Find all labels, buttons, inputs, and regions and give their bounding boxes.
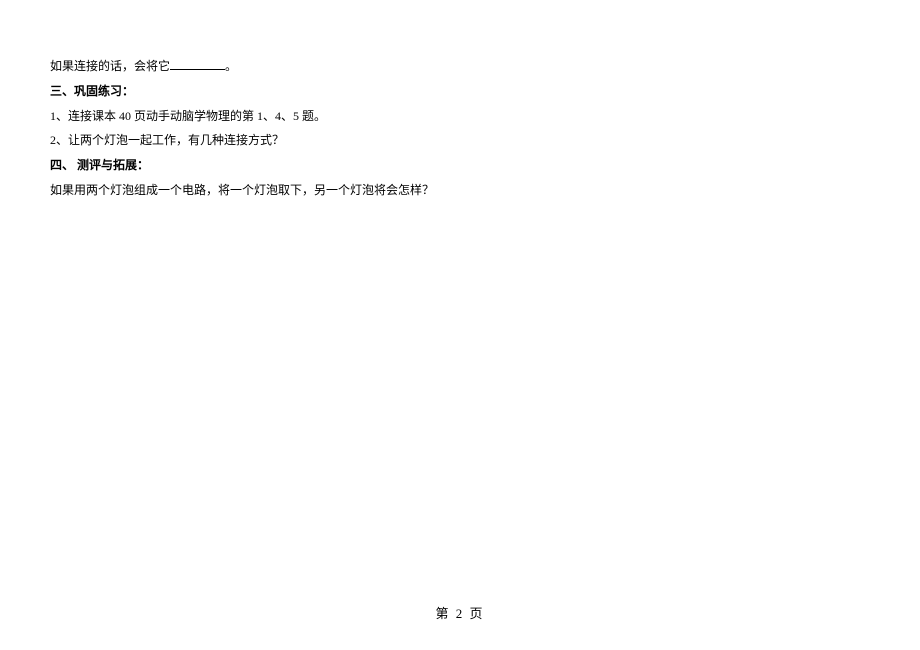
page-number: 第 2 页 [435,606,484,621]
exercise-item-3-1: 1、连接课本 40 页动手动脑学物理的第 1、4、5 题。 [50,105,870,128]
text-line: 如果连接的话，会将它 。 [50,55,870,78]
exercise-item-4-1: 如果用两个灯泡组成一个电路，将一个灯泡取下，另一个灯泡将会怎样？ [50,179,870,202]
fill-blank [170,58,225,70]
section-heading-3: 三、巩固练习： [50,80,870,103]
document-content: 如果连接的话，会将它 。 三、巩固练习： 1、连接课本 40 页动手动脑学物理的第… [50,55,870,202]
line1-text-after: 。 [225,59,237,73]
line1-text-before: 如果连接的话，会将它 [50,59,170,73]
section-heading-4: 四、 测评与拓展： [50,154,870,177]
page-footer: 第 2 页 [0,603,920,622]
exercise-item-3-2: 2、让两个灯泡一起工作，有几种连接方式？ [50,129,870,152]
